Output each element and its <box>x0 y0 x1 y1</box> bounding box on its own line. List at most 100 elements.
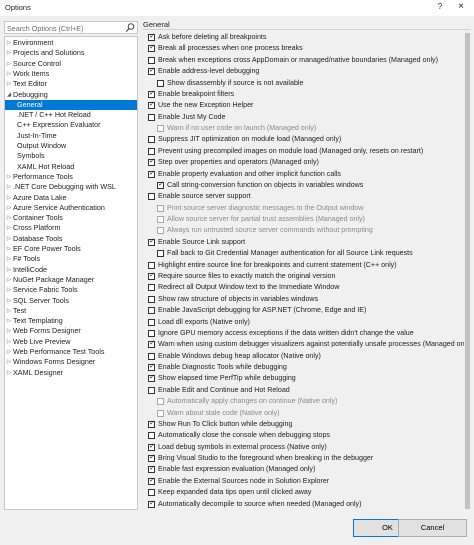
expand-arrow-icon[interactable]: ▷ <box>6 368 12 378</box>
checkbox-unchecked[interactable] <box>148 147 155 155</box>
tree-item-xaml-hot-reload[interactable]: XAML Hot Reload <box>5 162 137 172</box>
tree-item-service-fabric-tools[interactable]: ▷ Service Fabric Tools <box>5 285 137 295</box>
checkbox-unchecked[interactable] <box>148 432 155 440</box>
tree-item-source-control[interactable]: ▷ Source Control <box>5 59 137 69</box>
expand-arrow-icon[interactable]: ▷ <box>6 265 12 275</box>
expand-arrow-icon[interactable]: ▷ <box>6 244 12 254</box>
tree-item-f-tools[interactable]: ▷ F# Tools <box>5 254 137 264</box>
expand-arrow-icon[interactable]: ▷ <box>6 337 12 347</box>
checkbox-checked[interactable]: ✓ <box>148 272 155 280</box>
expand-arrow-icon[interactable]: ▷ <box>6 193 12 203</box>
checkbox-checked[interactable]: ✓ <box>148 340 155 349</box>
checkbox-unchecked[interactable] <box>148 386 155 394</box>
expand-arrow-icon[interactable]: ▷ <box>6 69 12 79</box>
tree-item-container-tools[interactable]: ▷ Container Tools <box>5 213 137 223</box>
tree-item-sql-server-tools[interactable]: ▷ SQL Server Tools <box>5 296 137 306</box>
expand-arrow-icon[interactable]: ▷ <box>6 254 12 264</box>
checkbox-unchecked[interactable] <box>148 193 155 201</box>
checkbox-unchecked[interactable] <box>148 307 155 315</box>
expand-arrow-icon[interactable]: ▷ <box>6 275 12 285</box>
checkbox-checked[interactable]: ✓ <box>148 238 155 246</box>
checkbox-unchecked[interactable] <box>148 284 155 292</box>
tree-item-just-in-time[interactable]: Just-In-Time <box>5 131 137 141</box>
options-tree[interactable]: ▷ Environment ▷ Projects and Solutions ▷ Sour… <box>4 36 138 510</box>
checkbox-checked[interactable]: ✓ <box>157 181 164 189</box>
tree-item-web-performance-test-tools[interactable]: ▷ Web Performance Test Tools <box>5 347 137 357</box>
checkbox-unchecked[interactable] <box>148 261 155 269</box>
checkbox-unchecked[interactable] <box>148 489 155 497</box>
checkbox-checked[interactable]: ✓ <box>148 158 155 167</box>
checkbox-checked[interactable]: ✓ <box>148 454 155 463</box>
checkbox-unchecked[interactable] <box>148 295 155 303</box>
expand-arrow-icon[interactable]: ▷ <box>6 357 12 367</box>
checkbox-checked[interactable]: ✓ <box>148 170 155 178</box>
expand-arrow-icon[interactable]: ▷ <box>6 347 12 357</box>
tree-item-c-expression-evaluator[interactable]: C++ Expression Evaluator <box>5 120 137 130</box>
checkbox-checked[interactable]: ✓ <box>148 465 155 474</box>
tree-item-web-live-preview[interactable]: ▷ Web Live Preview <box>5 337 137 347</box>
tree-item-output-window[interactable]: Output Window <box>5 141 137 151</box>
tree-item-work-items[interactable]: ▷ Work Items <box>5 69 137 79</box>
checkbox-checked[interactable]: ✓ <box>148 443 155 451</box>
search-input[interactable] <box>7 23 122 33</box>
close-button[interactable]: × <box>454 1 468 15</box>
tree-item-performance-tools[interactable]: ▷ Performance Tools <box>5 172 137 182</box>
checkbox-unchecked[interactable] <box>148 113 155 121</box>
options-scrollbar[interactable] <box>464 32 471 510</box>
tree-item-cross-platform[interactable]: ▷ Cross Platform <box>5 223 137 233</box>
checkbox-checked[interactable]: ✓ <box>148 33 155 41</box>
checkbox-checked[interactable]: ✓ <box>148 363 155 372</box>
tree-item-test[interactable]: ▷ Test <box>5 306 137 316</box>
checkbox-unchecked[interactable] <box>148 318 155 326</box>
tree-item-azure-data-lake[interactable]: ▷ Azure Data Lake <box>5 193 137 203</box>
expand-arrow-icon[interactable]: ▷ <box>6 234 12 244</box>
tree-item-xaml-designer[interactable]: ▷ XAML Designer <box>5 368 137 378</box>
expand-arrow-icon[interactable]: ▷ <box>6 285 12 295</box>
tree-item-web-forms-designer[interactable]: ▷ Web Forms Designer <box>5 326 137 336</box>
expand-arrow-icon[interactable]: ▷ <box>6 172 12 182</box>
checkbox-checked[interactable]: ✓ <box>148 67 155 76</box>
tree-item-general[interactable]: General <box>5 99 137 111</box>
expand-arrow-icon[interactable]: ▷ <box>6 316 12 326</box>
tree-item-symbols[interactable]: Symbols <box>5 151 137 161</box>
expand-arrow-icon[interactable]: ▷ <box>6 296 12 306</box>
checkbox-checked[interactable]: ✓ <box>148 374 155 383</box>
tree-item-net-core-debugging-with-wsl[interactable]: ▷ .NET Core Debugging with WSL <box>5 182 137 192</box>
expand-arrow-icon[interactable]: ▷ <box>6 38 12 48</box>
checkbox-unchecked[interactable] <box>148 352 155 360</box>
checkbox-checked[interactable]: ✓ <box>148 420 155 428</box>
tree-item-windows-forms-designer[interactable]: ▷ Windows Forms Designer <box>5 357 137 367</box>
tree-item-database-tools[interactable]: ▷ Database Tools <box>5 234 137 244</box>
expand-arrow-icon[interactable]: ▷ <box>6 326 12 336</box>
scrollbar-thumb[interactable] <box>465 33 470 509</box>
checkbox-unchecked[interactable] <box>157 79 164 87</box>
expand-arrow-icon[interactable]: ▷ <box>6 59 12 69</box>
tree-item-environment[interactable]: ▷ Environment <box>5 38 137 48</box>
tree-item-projects-and-solutions[interactable]: ▷ Projects and Solutions <box>5 48 137 58</box>
tree-item-net-c-hot-reload[interactable]: .NET / C++ Hot Reload <box>5 110 137 120</box>
checkbox-unchecked[interactable] <box>157 250 164 258</box>
tree-item-azure-service-authentication[interactable]: ▷ Azure Service Authentication <box>5 203 137 213</box>
checkbox-unchecked[interactable] <box>148 56 155 64</box>
collapse-arrow-icon[interactable]: ◢ <box>6 90 12 100</box>
expand-arrow-icon[interactable]: ▷ <box>6 182 12 192</box>
checkbox-unchecked[interactable] <box>148 329 155 337</box>
tree-item-ef-core-power-tools[interactable]: ▷ EF Core Power Tools <box>5 244 137 254</box>
tree-item-intellicode[interactable]: ▷ IntelliCode <box>5 265 137 275</box>
checkbox-checked[interactable]: ✓ <box>148 101 155 110</box>
tree-item-text-editor[interactable]: ▷ Text Editor <box>5 79 137 89</box>
tree-item-text-templating[interactable]: ▷ Text Templating <box>5 316 137 326</box>
checkbox-unchecked[interactable] <box>148 136 155 144</box>
help-button[interactable]: ? <box>434 2 446 14</box>
expand-arrow-icon[interactable]: ▷ <box>6 223 12 233</box>
checkbox-checked[interactable]: ✓ <box>148 44 155 53</box>
checkbox-checked[interactable]: ✓ <box>148 477 155 485</box>
expand-arrow-icon[interactable]: ▷ <box>6 213 12 223</box>
tree-item-nuget-package-manager[interactable]: ▷ NuGet Package Manager <box>5 275 137 285</box>
search-box[interactable] <box>4 21 138 34</box>
expand-arrow-icon[interactable]: ▷ <box>6 306 12 316</box>
expand-arrow-icon[interactable]: ▷ <box>6 203 12 213</box>
expand-arrow-icon[interactable]: ▷ <box>6 79 12 89</box>
magnifier-icon[interactable] <box>125 22 135 33</box>
cancel-button[interactable]: Cancel <box>398 519 467 537</box>
